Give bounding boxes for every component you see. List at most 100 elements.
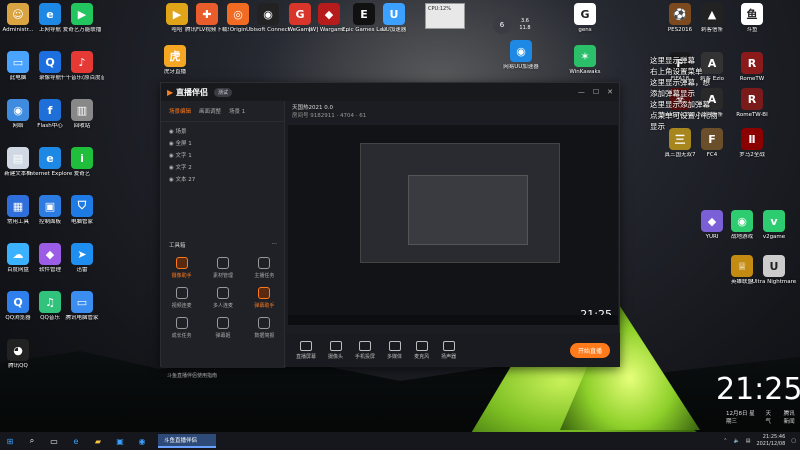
desktop-icon-top-11-label: WinKawaks: [569, 69, 601, 75]
scene-sidebar: 场景编辑 画面调整 场景 1 ◉ 场景 ◉ 全屏 1 ◉ 文字 1 ◉ 文字 2 ◉ 文本 …: [161, 101, 285, 379]
start-icon[interactable]: ⊞: [4, 435, 16, 447]
desktop-icon-top-11[interactable]: ✶ WinKawaks: [563, 45, 607, 76]
control-1[interactable]: 摄像头: [328, 340, 343, 360]
task-view-icon[interactable]: ▭: [48, 435, 60, 447]
control-icon: [415, 340, 428, 351]
browser-icon[interactable]: e: [70, 435, 82, 447]
app-logo: ▶ 直播伴侣: [167, 87, 208, 97]
desktop-icon-right-2-label: 斗鱼: [746, 27, 758, 33]
desktop-icon-left-21[interactable]: ◕ 腾讯QQ: [0, 339, 40, 370]
desktop-icon-top-1-icon: ✚: [196, 3, 218, 25]
window-titlebar[interactable]: ▶ 直播伴侣 测试 — ☐ ✕: [161, 83, 619, 101]
stream-preview[interactable]: 21:25: [288, 125, 618, 325]
scene-item[interactable]: ◉ 文本 27: [169, 174, 276, 186]
cpu-monitor-widget[interactable]: CPU:12%: [425, 3, 465, 29]
tool-3[interactable]: 视频连麦: [161, 287, 202, 309]
desktop-icon-right-11[interactable]: Ⅱ 罗马2全战: [730, 128, 774, 159]
help-link[interactable]: 斗鱼直播伴侣使用指南: [161, 372, 285, 379]
desktop-icon-right-10[interactable]: F FC4: [690, 128, 734, 159]
store-icon[interactable]: ▣: [114, 435, 126, 447]
tool-label: 弹幕姬: [215, 333, 231, 339]
scene-item[interactable]: ◉ 文字 2: [169, 162, 276, 174]
desktop-icon-top-8-label: 虎牙直播: [163, 69, 186, 75]
desktop-icon-left-20[interactable]: ▭ 腾讯电脑管家: [60, 291, 104, 322]
desktop-icon-left-17[interactable]: ➤ 迅雷: [60, 243, 104, 274]
desktop-icon-left-5[interactable]: ♪ 千千音乐(原百度音乐): [60, 51, 104, 82]
taskbar-app-live-companion[interactable]: 斗鱼直播伴侣: [158, 434, 216, 448]
desktop-icon-top-8[interactable]: 虎虎牙直播: [153, 45, 197, 76]
tool-2[interactable]: 主播任务: [244, 257, 285, 279]
tab-0[interactable]: 场景编辑: [169, 107, 191, 115]
desktop-icon-right-1-icon: ▲: [701, 3, 723, 25]
start-live-button[interactable]: 开始直播: [569, 342, 610, 358]
desktop-icon-top-7[interactable]: U UU加速器: [372, 3, 416, 34]
main-panel: 天国热2021 0.0 房间号 9182911 · 4704 · 61 21:2…: [286, 101, 620, 367]
desktop-icon-left-14[interactable]: ⛉ 电脑管家: [60, 195, 104, 226]
desktop-icon-right-14[interactable]: v v2game: [752, 210, 796, 241]
tool-icon: [258, 257, 271, 269]
control-3[interactable]: 多媒体: [387, 340, 402, 360]
desktop-icon-right-16[interactable]: U Ultra Nightmare: [752, 255, 796, 286]
desktop-icon-right-2[interactable]: 鱼斗鱼: [730, 3, 774, 34]
tool-icon: [175, 317, 188, 329]
tab-1[interactable]: 画面调整: [199, 107, 221, 115]
desktop-icon-right-14-label: v2game: [762, 234, 786, 240]
desktop-icon-left-2-label: 爱奇艺万能联播: [62, 27, 102, 33]
desktop-icon-right-16-label: Ultra Nightmare: [752, 279, 796, 285]
tool-7[interactable]: 弹幕姬: [202, 317, 243, 339]
desktop-icon-left-2[interactable]: ▶ 爱奇艺万能联播: [60, 3, 104, 34]
desktop-icon-left-8-icon: ▥: [71, 99, 93, 121]
desktop-icon-top-3-icon: ◉: [257, 3, 279, 25]
scene-item[interactable]: ◉ 场景: [169, 126, 276, 138]
control-label: 直播屏幕: [296, 353, 317, 360]
scene-item[interactable]: ◉ 全屏 1: [169, 138, 276, 150]
tool-8[interactable]: 数据简报: [244, 317, 285, 339]
desktop-icon-top-7-label: UU加速器: [381, 27, 407, 33]
edge-icon[interactable]: ◉: [136, 435, 148, 447]
control-5[interactable]: 扬声器: [441, 340, 456, 360]
desktop-icon-left-6-icon: ◉: [7, 99, 29, 121]
tool-0[interactable]: 摄像助手: [161, 257, 202, 279]
search-icon[interactable]: ⌕: [26, 435, 38, 447]
tool-6[interactable]: 成长任务: [161, 317, 202, 339]
network-icon[interactable]: ▤: [746, 438, 751, 444]
desktop-icon-left-12-icon: ▦: [7, 195, 29, 217]
desktop-icon-right-1[interactable]: ▲ 刺客信条: [690, 3, 734, 34]
chat-line: 这里显示弹幕: [650, 56, 695, 65]
explorer-icon[interactable]: ▰: [92, 435, 104, 447]
desktop-icon-left-17-label: 迅雷: [76, 267, 88, 273]
close-icon[interactable]: ✕: [607, 88, 613, 96]
desktop-icon-left-8[interactable]: ▥ 回收站: [60, 99, 104, 130]
tool-1[interactable]: 素材管理: [202, 257, 243, 279]
desktop-icon-left-2-icon: ▶: [71, 3, 93, 25]
minimize-icon[interactable]: —: [578, 88, 585, 96]
desktop-icon-top-9[interactable]: ◉ 网易UU加速器: [499, 40, 543, 71]
control-0[interactable]: 直播屏幕: [296, 340, 317, 360]
tool-label: 多人连麦: [212, 303, 233, 309]
room-meta: 房间号 9182911 · 4704 · 61: [292, 113, 367, 119]
desktop-icon-top-10[interactable]: Ggens: [563, 3, 607, 34]
volume-icon[interactable]: 🔈: [733, 438, 739, 444]
desktop-icon-left-14-label: 电脑管家: [70, 219, 93, 225]
tool-icon: [175, 287, 188, 299]
desktop-icon-left-19-icon: ♫: [39, 291, 61, 313]
more-icon[interactable]: ⋯: [272, 241, 278, 249]
live-companion-window: ▶ 直播伴侣 测试 — ☐ ✕ 场景编辑 画面调整 场景 1 ◉ 场景 ◉ 全屏 1 ◉…: [160, 82, 620, 379]
tool-5[interactable]: 弹幕助手: [244, 287, 285, 309]
tray-up-icon[interactable]: ⌃: [723, 438, 727, 444]
notification-icon[interactable]: ▢: [791, 438, 796, 444]
control-4[interactable]: 麦克风: [414, 340, 430, 360]
control-label: 麦克风: [414, 353, 430, 360]
scene-item[interactable]: ◉ 文字 1: [169, 150, 276, 162]
tool-4[interactable]: 多人连麦: [202, 287, 243, 309]
toolbox-title: 工具箱: [169, 243, 186, 249]
maximize-icon[interactable]: ☐: [593, 88, 599, 96]
tab-2[interactable]: 场景 1: [229, 107, 245, 115]
notification-count-icon[interactable]: 6: [493, 16, 511, 34]
desktop-icon-left-11[interactable]: i 爱奇艺: [60, 147, 104, 178]
tool-icon: [258, 317, 271, 329]
desktop-icon-left-17-icon: ➤: [71, 243, 93, 265]
desktop-icon-left-4-icon: Q: [39, 51, 61, 73]
tray-clock[interactable]: 21:25:46 2021/12/08: [756, 434, 785, 448]
control-2[interactable]: 手机投屏: [355, 340, 375, 360]
